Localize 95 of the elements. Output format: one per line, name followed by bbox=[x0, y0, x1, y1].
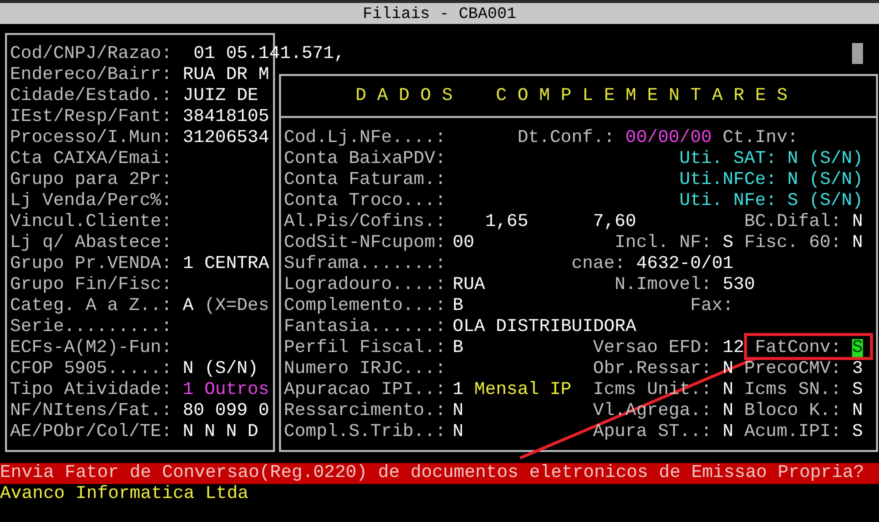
field-value: S bbox=[852, 422, 863, 440]
field-label: Vincul.Cliente: bbox=[10, 212, 172, 230]
field-label: Categ. A a Z..: bbox=[10, 296, 172, 314]
field-label: Uti. NFe: S (S/N) bbox=[679, 192, 863, 210]
field-value: Mensal IP bbox=[474, 380, 572, 398]
field-label: Grupo Fin/Fisc: bbox=[10, 276, 172, 294]
field-label: Logradouro....: bbox=[284, 276, 442, 294]
field-value: RUA DR M bbox=[182, 66, 270, 84]
field-label: ECFs-A(M2)-Fun: bbox=[10, 338, 172, 356]
field-value: N bbox=[722, 380, 734, 398]
field-label: Ressarcimento.: bbox=[284, 402, 442, 420]
field-label: cnae: bbox=[571, 254, 626, 272]
field-value: N bbox=[852, 212, 863, 230]
field-label: Complemento...: bbox=[284, 296, 442, 314]
field-value: N bbox=[722, 422, 734, 440]
field-value: JUIZ DE bbox=[182, 86, 258, 104]
field-label: CodSit-NFcupom: bbox=[284, 234, 442, 252]
field-value: 4632-0/01 bbox=[636, 254, 734, 272]
field-label: Uti.NFCe: N (S/N) bbox=[679, 170, 863, 188]
field-label: CFOP 5905.....: bbox=[10, 360, 172, 378]
field-label: FatConv: bbox=[754, 338, 842, 356]
field-label: Al.Pis/Cofins.: bbox=[284, 212, 442, 230]
field-label: Fisc. 60: bbox=[744, 234, 842, 252]
field-label: AE/PObr/Col/TE: bbox=[10, 422, 172, 440]
field-label: BC.Difal: bbox=[744, 212, 842, 230]
field-label: Perfil Fiscal.: bbox=[284, 338, 442, 356]
field-label: Endereco/Bairr: bbox=[10, 66, 172, 84]
field-label: Lj q/ Abastece: bbox=[10, 234, 172, 252]
field-label: IEst/Resp/Fant: bbox=[10, 108, 172, 126]
field-value: S bbox=[852, 338, 863, 356]
field-value: 38418105 bbox=[182, 108, 270, 126]
field-label: Dt.Conf.: bbox=[517, 128, 615, 146]
field-value: OLA DISTRIBUIDORA bbox=[452, 318, 636, 336]
field-value: N (S/N) bbox=[182, 360, 258, 378]
panel-title: D A D O S C O M P L E M E N T A R E S bbox=[356, 86, 788, 104]
field-value: 530 bbox=[722, 276, 755, 294]
field-label: Conta Faturam.: bbox=[284, 170, 442, 188]
field-label: Tipo Atividade: bbox=[10, 380, 172, 398]
field-label: Apura ST..: bbox=[593, 422, 712, 440]
field-value: N bbox=[852, 402, 863, 420]
field-value: 12 bbox=[722, 338, 744, 356]
field-label: Conta Troco...: bbox=[284, 192, 442, 210]
field-value: 00 bbox=[452, 234, 474, 252]
field-value: 1 Outros bbox=[182, 380, 270, 398]
status-message: Envia Fator de Conversao(Reg.0220) de documentos eletronicos de Emissao Propria? bbox=[0, 463, 879, 484]
field-label: Cod.Lj.NFe....: bbox=[284, 128, 442, 146]
field-label: Compl.S.Trib..: bbox=[284, 422, 442, 440]
field-value: N N N D bbox=[182, 422, 258, 440]
field-value: RUA bbox=[452, 276, 486, 294]
field-value: 1 bbox=[452, 380, 464, 398]
footer-text: Avanco Informatica Ltda bbox=[0, 484, 250, 505]
field-value: B bbox=[452, 296, 464, 314]
field-label: N.Imovel: bbox=[614, 276, 712, 294]
field-value: N bbox=[852, 234, 863, 252]
field-label: Conta BaixaPDV: bbox=[284, 150, 442, 168]
field-value: 00/00/00 bbox=[625, 128, 712, 146]
field-label: Cidade/Estado.: bbox=[10, 86, 172, 104]
field-label: Lj Venda/Perc%: bbox=[10, 192, 172, 210]
field-value: N bbox=[452, 422, 464, 440]
field-value: N bbox=[722, 402, 734, 420]
field-value: S bbox=[852, 380, 863, 398]
field-value: S bbox=[722, 234, 734, 252]
field-label: Suframa.......: bbox=[284, 254, 442, 272]
field-label: Incl. NF: bbox=[614, 234, 712, 252]
scrollbar-thumb[interactable] bbox=[852, 43, 863, 64]
field-label: Fantasia......: bbox=[284, 318, 442, 336]
field-label: Grupo para 2Pr: bbox=[10, 170, 172, 188]
field-label: NF/NItens/Fat.: bbox=[10, 402, 172, 420]
field-label: PrecoCMV: bbox=[744, 360, 842, 378]
field-label: Grupo Pr.VENDA: bbox=[10, 254, 172, 272]
field-label: Bloco K.: bbox=[744, 402, 842, 420]
field-value: 3 bbox=[852, 360, 863, 378]
field-label: Apuracao IPI..: bbox=[284, 380, 442, 398]
field-label: Processo/I.Mun: bbox=[10, 128, 172, 146]
field-label: Fax: bbox=[690, 296, 734, 314]
field-label: Uti. SAT: N (S/N) bbox=[679, 150, 863, 168]
field-label: Serie.........: bbox=[10, 318, 172, 336]
field-label: Acum.IPI: bbox=[744, 422, 842, 440]
field-label: Numero IRJC...: bbox=[284, 360, 442, 378]
field-label: Icms SN.: bbox=[744, 380, 842, 398]
field-label: Obr.Ressar: bbox=[593, 360, 712, 378]
window-title: Filiais - CBA001 bbox=[362, 4, 516, 22]
field-label: Versao EFD: bbox=[593, 338, 712, 356]
field-value: (X=Des bbox=[204, 296, 270, 314]
field-value: N bbox=[452, 402, 464, 420]
field-value: A bbox=[182, 296, 194, 314]
field-label: Cta CAIXA/Emai: bbox=[10, 150, 172, 168]
field-label: Cod/CNPJ/Razao: bbox=[10, 44, 172, 62]
field-label: Ct.Inv: bbox=[722, 128, 798, 146]
field-value: 1 CENTRA bbox=[182, 254, 270, 272]
field-value: 31206534 bbox=[182, 128, 270, 146]
field-value: 1,65 bbox=[485, 212, 528, 230]
field-value: 80 099 0 bbox=[182, 402, 270, 420]
field-value: 7,60 bbox=[593, 212, 636, 230]
field-value: B bbox=[452, 338, 464, 356]
